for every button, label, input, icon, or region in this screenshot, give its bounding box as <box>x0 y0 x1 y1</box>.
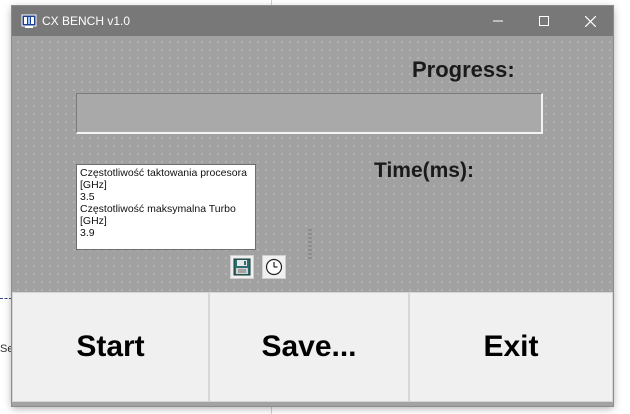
info-line: 3.9 <box>80 227 95 239</box>
title-bar[interactable]: CX BENCH v1.0 <box>12 6 613 36</box>
app-window: CX BENCH v1.0 Progress: Time(ms): Często… <box>12 6 613 406</box>
info-line: 3.5 <box>80 191 95 203</box>
save-icon <box>233 258 251 276</box>
maximize-icon <box>539 16 549 26</box>
splitter-grip <box>308 229 312 259</box>
cpu-info-textbox[interactable]: Częstotliwość taktowania procesora [GHz]… <box>76 164 256 250</box>
save-icon-button[interactable] <box>230 255 254 279</box>
clock-icon <box>265 258 283 276</box>
maximize-button[interactable] <box>521 6 567 36</box>
exit-button[interactable]: Exit <box>409 292 613 402</box>
app-icon <box>21 14 37 28</box>
window-title: CX BENCH v1.0 <box>42 14 131 28</box>
start-button[interactable]: Start <box>12 292 209 402</box>
time-label: Time(ms): <box>374 159 474 182</box>
action-bar: Start Save... Exit <box>12 292 613 402</box>
progress-bar <box>76 93 543 134</box>
background-dashed-line <box>0 298 12 299</box>
info-line: Częstotliwość maksymalna Turbo <box>80 203 236 215</box>
info-line: Częstotliwość taktowania procesora <box>80 167 247 179</box>
client-area: Progress: Time(ms): Częstotliwość taktow… <box>12 36 613 292</box>
info-line: [GHz] <box>80 179 107 191</box>
info-line: [GHz] <box>80 215 107 227</box>
close-icon <box>584 15 596 27</box>
progress-label: Progress: <box>412 57 515 82</box>
save-button[interactable]: Save... <box>209 292 409 402</box>
minimize-icon <box>493 20 503 22</box>
minimize-button[interactable] <box>475 6 521 36</box>
clock-icon-button[interactable] <box>262 255 286 279</box>
close-button[interactable] <box>567 6 613 36</box>
window-bottom-edge <box>12 402 613 406</box>
